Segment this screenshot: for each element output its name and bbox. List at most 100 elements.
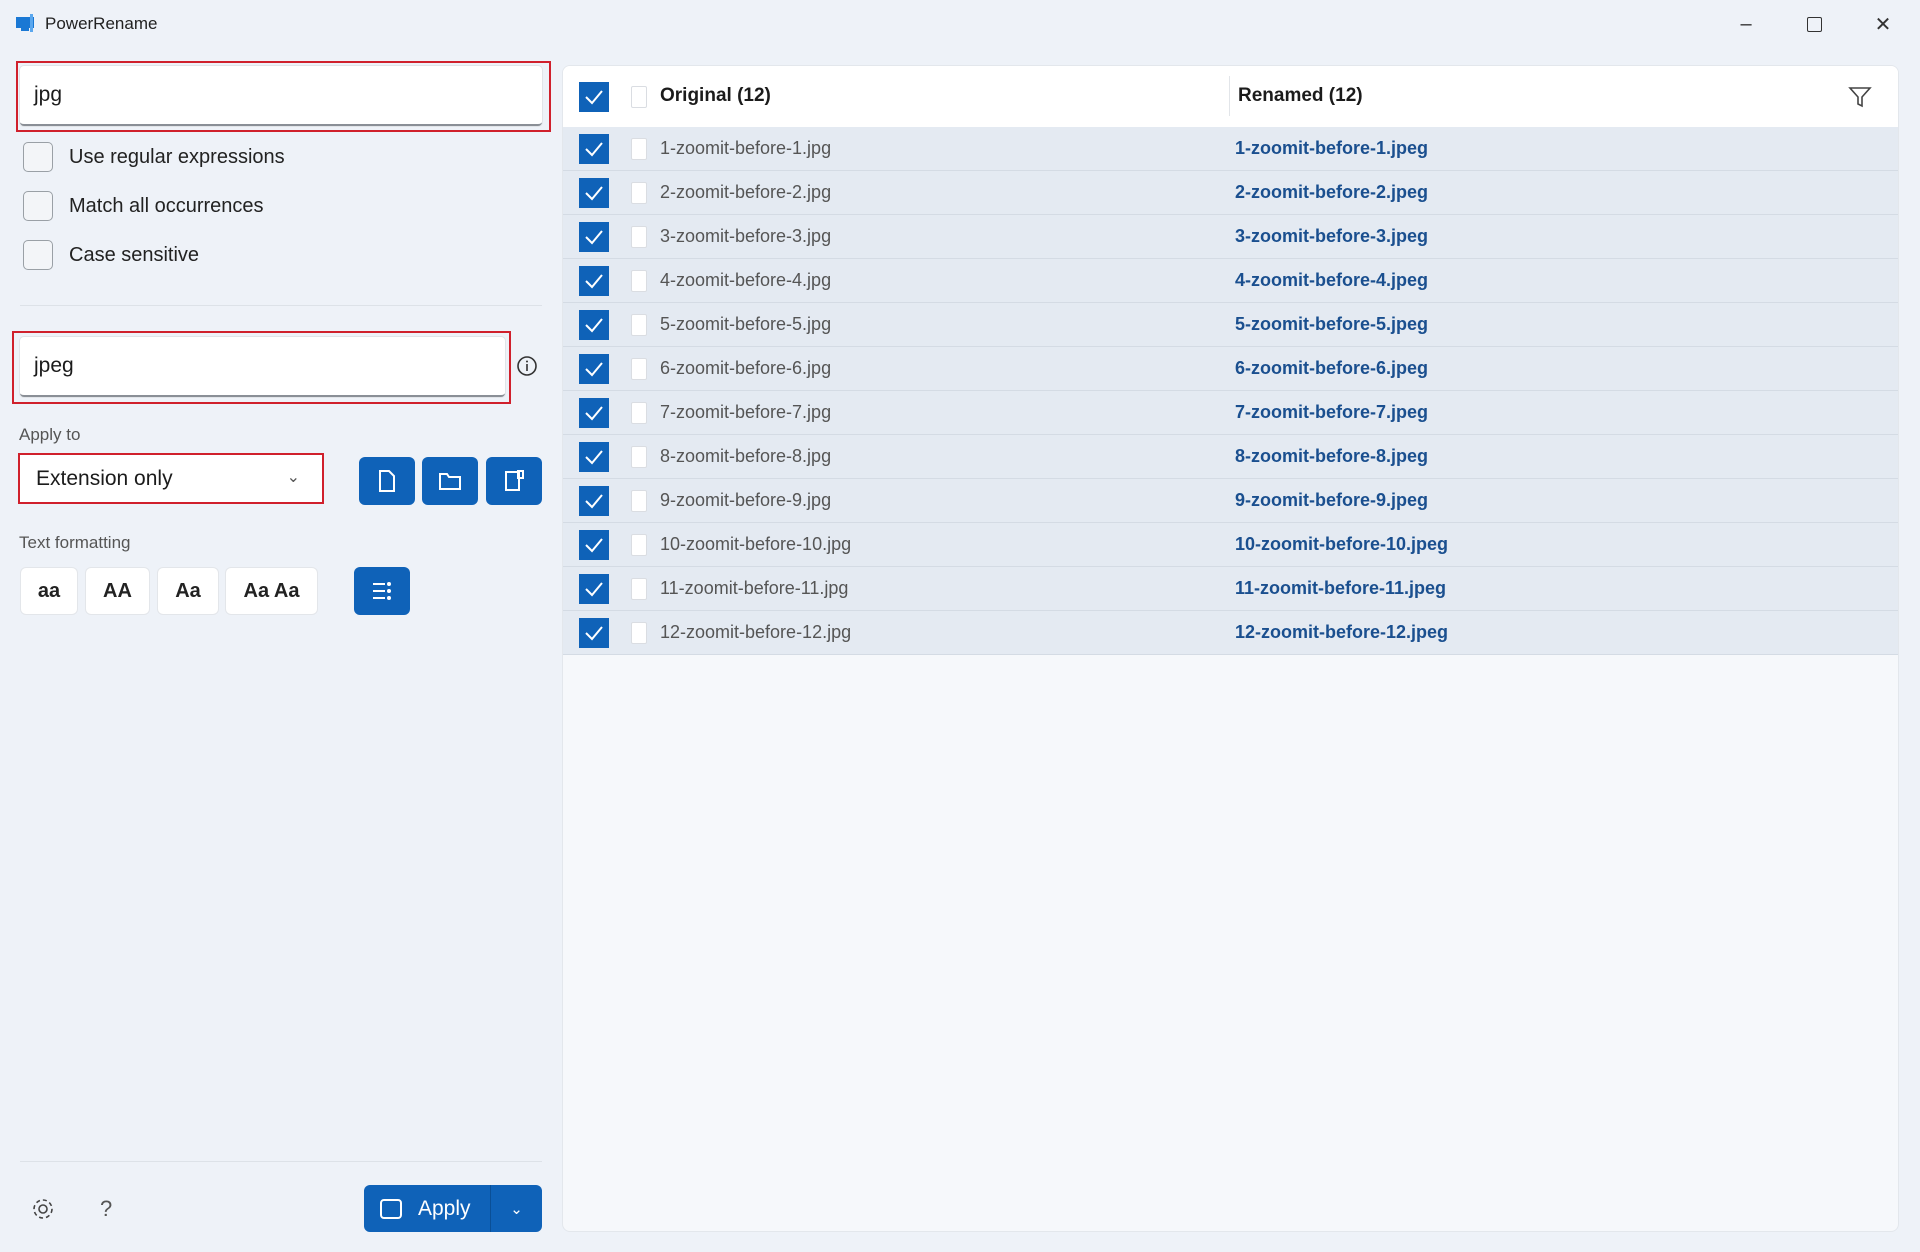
include-folders-button[interactable] [422, 457, 478, 505]
case-sensitive-checkbox[interactable]: Case sensitive [23, 240, 199, 270]
file-icon [631, 138, 647, 160]
renamed-name: 2-zoomit-before-2.jpeg [1235, 182, 1429, 202]
file-icon [631, 402, 647, 424]
row-checkbox[interactable] [579, 134, 609, 164]
row-checkbox[interactable] [579, 310, 609, 340]
checkmark-icon [585, 362, 603, 377]
file-icon [631, 534, 647, 556]
renamed-name: 10-zoomit-before-10.jpeg [1235, 534, 1449, 554]
use-regex-checkbox[interactable]: Use regular expressions [23, 142, 285, 172]
close-button[interactable]: ✕ [1863, 8, 1903, 40]
renamed-name: 11-zoomit-before-11.jpeg [1235, 578, 1447, 598]
file-row[interactable]: 3-zoomit-before-3.jpg 3-zoomit-before-3.… [563, 215, 1898, 259]
file-icon [379, 470, 395, 492]
titlecase-button[interactable]: Aa [158, 568, 218, 614]
renamed-name: 12-zoomit-before-12.jpeg [1235, 622, 1449, 642]
row-checkbox[interactable] [579, 266, 609, 296]
original-name: 5-zoomit-before-5.jpg [660, 314, 832, 334]
file-row[interactable]: 7-zoomit-before-7.jpg 7-zoomit-before-7.… [563, 391, 1898, 435]
uppercase-button[interactable]: AA [86, 568, 149, 614]
info-icon[interactable] [516, 355, 538, 377]
case-sensitive-label: Case sensitive [69, 243, 200, 266]
divider [20, 305, 542, 306]
original-name: 3-zoomit-before-3.jpg [660, 226, 832, 246]
replace-input[interactable]: jpeg [20, 337, 505, 397]
enumerate-items-button[interactable] [354, 567, 410, 615]
window-title: PowerRename [45, 14, 158, 33]
chevron-down-icon: ⌄ [286, 469, 300, 486]
enumerate-icon [373, 582, 391, 600]
help-button[interactable]: ? [100, 1196, 112, 1222]
row-checkbox[interactable] [579, 398, 609, 428]
minimize-button[interactable]: – [1726, 8, 1766, 40]
file-row[interactable]: 9-zoomit-before-9.jpg 9-zoomit-before-9.… [563, 479, 1898, 523]
apply-to-dropdown[interactable]: Extension only ⌄ [18, 453, 324, 504]
include-subfolders-button[interactable] [486, 457, 542, 505]
select-all-checkbox[interactable] [579, 82, 609, 112]
original-header: Original (12) [660, 85, 771, 106]
file-icon [631, 358, 647, 380]
original-name: 12-zoomit-before-12.jpg [660, 622, 852, 642]
match-all-label: Match all occurrences [69, 194, 264, 217]
file-icon [631, 622, 647, 644]
renamed-name: 5-zoomit-before-5.jpeg [1235, 314, 1429, 334]
lowercase-button[interactable]: aa [21, 568, 77, 614]
file-row[interactable]: 1-zoomit-before-1.jpg 1-zoomit-before-1.… [563, 127, 1898, 171]
renamed-name: 6-zoomit-before-6.jpeg [1235, 358, 1429, 378]
file-row[interactable]: 11-zoomit-before-11.jpg 11-zoomit-before… [563, 567, 1898, 611]
original-name: 6-zoomit-before-6.jpg [660, 358, 832, 378]
row-checkbox[interactable] [579, 222, 609, 252]
apply-rename-icon [380, 1198, 402, 1219]
checkbox-box[interactable] [23, 191, 53, 221]
subfolder-icon [505, 470, 524, 491]
checkmark-icon [585, 186, 603, 201]
maximize-button[interactable] [1794, 8, 1834, 40]
filter-icon[interactable] [1848, 85, 1872, 109]
file-row[interactable]: 6-zoomit-before-6.jpg 6-zoomit-before-6.… [563, 347, 1898, 391]
file-row[interactable]: 5-zoomit-before-5.jpg 5-zoomit-before-5.… [563, 303, 1898, 347]
file-icon [631, 314, 647, 336]
file-list-panel: Original (12) Renamed (12) 1-zoomit-befo… [562, 65, 1899, 1232]
maximize-icon [1806, 16, 1822, 32]
search-input[interactable]: jpg [20, 66, 542, 126]
original-name: 11-zoomit-before-11.jpg [660, 578, 849, 598]
file-list-header: Original (12) Renamed (12) [563, 66, 1898, 127]
checkmark-icon [585, 406, 603, 421]
checkmark-icon [585, 318, 603, 333]
include-files-button[interactable] [359, 457, 415, 505]
row-checkbox[interactable] [579, 574, 609, 604]
row-checkbox[interactable] [579, 530, 609, 560]
apply-dropdown[interactable]: ⌄ [490, 1185, 542, 1232]
apply-to-selected: Extension only [36, 466, 173, 490]
file-row[interactable]: 8-zoomit-before-8.jpg 8-zoomit-before-8.… [563, 435, 1898, 479]
apply-to-label: Apply to [19, 425, 81, 444]
file-icon [631, 446, 647, 468]
original-name: 9-zoomit-before-9.jpg [660, 490, 832, 510]
row-checkbox[interactable] [579, 442, 609, 472]
match-all-checkbox[interactable]: Match all occurrences [23, 191, 264, 221]
file-row[interactable]: 2-zoomit-before-2.jpg 2-zoomit-before-2.… [563, 171, 1898, 215]
file-icon [631, 270, 647, 292]
capitalize-each-word-button[interactable]: Aa Aa [226, 568, 317, 614]
renamed-name: 9-zoomit-before-9.jpeg [1235, 490, 1429, 510]
renamed-name: 1-zoomit-before-1.jpeg [1235, 138, 1429, 158]
row-checkbox[interactable] [579, 354, 609, 384]
file-row[interactable]: 10-zoomit-before-10.jpg 10-zoomit-before… [563, 523, 1898, 567]
file-row[interactable]: 12-zoomit-before-12.jpg 12-zoomit-before… [563, 611, 1898, 655]
checkbox-box[interactable] [23, 142, 53, 172]
settings-gear-icon[interactable] [30, 1196, 56, 1222]
row-checkbox[interactable] [579, 618, 609, 648]
checkmark-icon [585, 494, 603, 509]
file-icon [631, 182, 647, 204]
column-divider[interactable] [1229, 76, 1230, 116]
checkbox-box[interactable] [23, 240, 53, 270]
checkmark-icon [585, 274, 603, 289]
row-checkbox[interactable] [579, 178, 609, 208]
renamed-name: 3-zoomit-before-3.jpeg [1235, 226, 1429, 246]
renamed-name: 4-zoomit-before-4.jpeg [1235, 270, 1429, 290]
row-checkbox[interactable] [579, 486, 609, 516]
renamed-name: 7-zoomit-before-7.jpeg [1235, 402, 1429, 422]
file-row[interactable]: 4-zoomit-before-4.jpg 4-zoomit-before-4.… [563, 259, 1898, 303]
renamed-header: Renamed (12) [1238, 85, 1363, 106]
apply-button[interactable]: Apply ⌄ [364, 1185, 542, 1232]
